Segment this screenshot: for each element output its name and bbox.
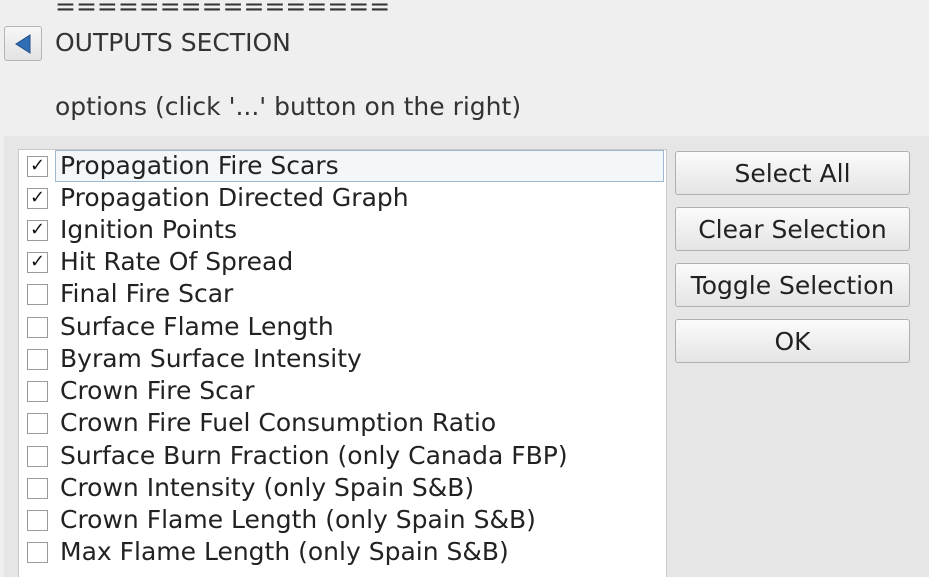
- checkbox[interactable]: ✓: [27, 219, 48, 241]
- list-item[interactable]: ✓ Propagation Directed Graph: [19, 182, 666, 214]
- toggle-selection-button[interactable]: Toggle Selection: [675, 263, 910, 307]
- checkbox[interactable]: ✓: [27, 155, 48, 177]
- checkbox[interactable]: [27, 445, 48, 467]
- checkbox[interactable]: ✓: [27, 187, 48, 209]
- checkbox[interactable]: [27, 380, 48, 402]
- options-checklist[interactable]: ✓ Propagation Fire Scars ✓ Propagation D…: [18, 149, 667, 577]
- list-item[interactable]: Max Flame Length (only Spain S&B): [19, 536, 666, 568]
- list-item-label: Crown Intensity (only Spain S&B): [60, 473, 475, 502]
- list-item-label: Surface Flame Length: [60, 312, 334, 341]
- list-item[interactable]: Final Fire Scar: [19, 278, 666, 310]
- list-item[interactable]: ✓ Propagation Fire Scars: [19, 150, 666, 182]
- list-item-label: Propagation Fire Scars: [55, 150, 664, 182]
- list-item-label: Crown Fire Fuel Consumption Ratio: [60, 408, 497, 437]
- back-button[interactable]: [4, 26, 42, 61]
- list-item-label: Propagation Directed Graph: [60, 183, 409, 212]
- section-title: OUTPUTS SECTION: [55, 28, 291, 57]
- list-item[interactable]: Surface Flame Length: [19, 311, 666, 343]
- list-item-label: Crown Flame Length (only Spain S&B): [60, 505, 536, 534]
- list-item[interactable]: Crown Fire Fuel Consumption Ratio: [19, 407, 666, 439]
- outputs-dialog: ================ OUTPUTS SECTION options…: [0, 0, 929, 577]
- checkbox[interactable]: [27, 412, 48, 434]
- clear-selection-button[interactable]: Clear Selection: [675, 207, 910, 251]
- checkbox[interactable]: [27, 509, 48, 531]
- list-item[interactable]: ✓ Ignition Points: [19, 214, 666, 246]
- options-hint: options (click '...' button on the right…: [55, 92, 522, 121]
- checkbox[interactable]: [27, 316, 48, 338]
- checkbox[interactable]: [27, 348, 48, 370]
- list-item-label: Byram Surface Intensity: [60, 344, 362, 373]
- list-item[interactable]: Crown Intensity (only Spain S&B): [19, 472, 666, 504]
- separator-line: ================: [55, 0, 391, 21]
- list-item-label: Surface Burn Fraction (only Canada FBP): [60, 441, 568, 470]
- ok-button[interactable]: OK: [675, 319, 910, 363]
- checkbox[interactable]: [27, 283, 48, 305]
- list-item[interactable]: Crown Flame Length (only Spain S&B): [19, 504, 666, 536]
- list-item[interactable]: Crown Fire Scar: [19, 375, 666, 407]
- list-item-label: Crown Fire Scar: [60, 376, 255, 405]
- list-item[interactable]: ✓ Hit Rate Of Spread: [19, 246, 666, 278]
- back-arrow-icon: [15, 33, 31, 54]
- list-item-label: Hit Rate Of Spread: [60, 247, 294, 276]
- options-panel: ✓ Propagation Fire Scars ✓ Propagation D…: [4, 136, 929, 577]
- list-item[interactable]: Byram Surface Intensity: [19, 343, 666, 375]
- list-item-label: Final Fire Scar: [60, 279, 234, 308]
- list-item-label: Max Flame Length (only Spain S&B): [60, 537, 509, 566]
- select-all-button[interactable]: Select All: [675, 151, 910, 195]
- list-item-label: Ignition Points: [60, 215, 237, 244]
- checkbox[interactable]: [27, 477, 48, 499]
- list-item[interactable]: Surface Burn Fraction (only Canada FBP): [19, 440, 666, 472]
- checkbox[interactable]: [27, 541, 48, 563]
- checkbox[interactable]: ✓: [27, 251, 48, 273]
